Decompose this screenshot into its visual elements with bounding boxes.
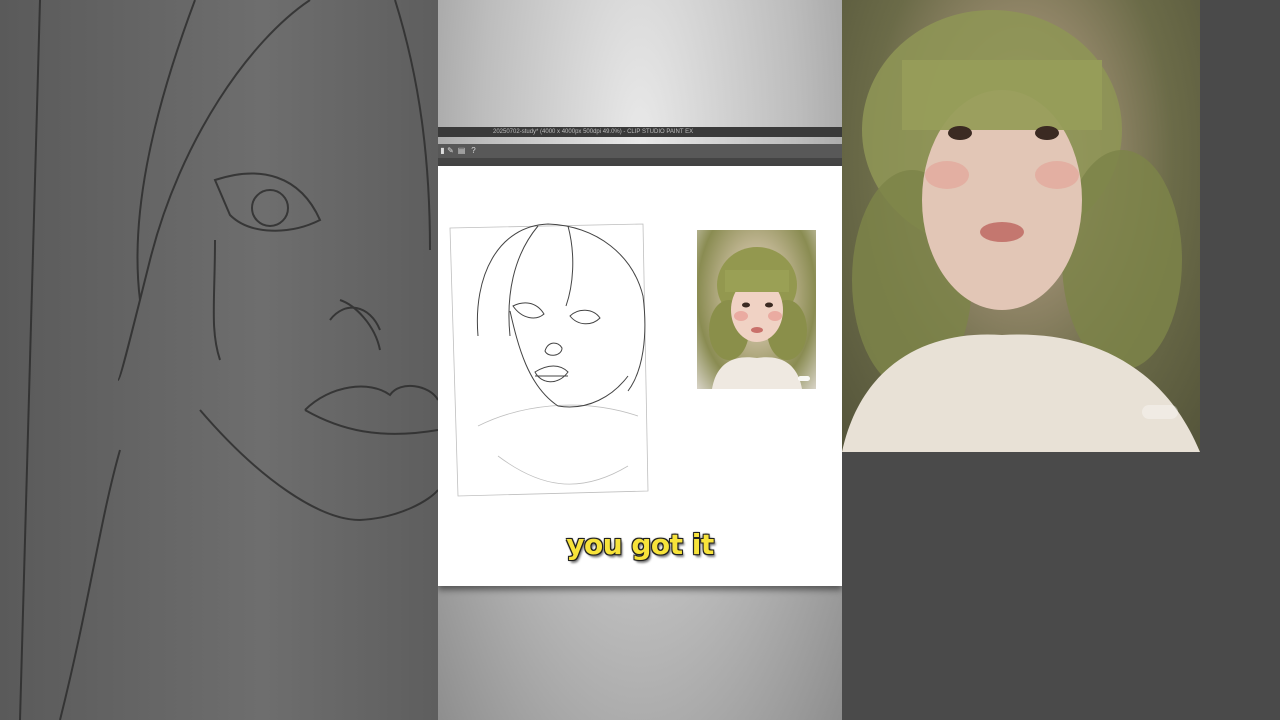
background-portrait <box>842 0 1200 452</box>
layer-icon[interactable]: ▤ <box>457 146 466 155</box>
toolbar-divider <box>438 158 842 166</box>
background-sketch-lines <box>19 0 438 720</box>
background-left-sketch <box>0 0 438 720</box>
reference-portrait <box>709 247 807 389</box>
drawing-canvas[interactable] <box>438 166 842 586</box>
screen-recording: 20250702-study* (4000 x 4000px 500dpi 49… <box>438 0 842 720</box>
help-icon[interactable]: ? <box>469 146 478 155</box>
watermark-badge <box>798 376 810 381</box>
background-watermark <box>1142 405 1178 419</box>
background-right-photo <box>842 0 1280 720</box>
subtitle-caption: you got it <box>566 528 714 561</box>
app-titlebar: 20250702-study* (4000 x 4000px 500dpi 49… <box>438 127 842 137</box>
background-portrait-shapes <box>842 10 1200 452</box>
reference-photo <box>697 230 816 389</box>
window-title: 20250702-study* (4000 x 4000px 500dpi 49… <box>493 129 694 135</box>
brush-icon[interactable]: ✎ <box>446 146 455 155</box>
app-toolbar: ▮ ✎ ▤ ? <box>438 144 842 158</box>
